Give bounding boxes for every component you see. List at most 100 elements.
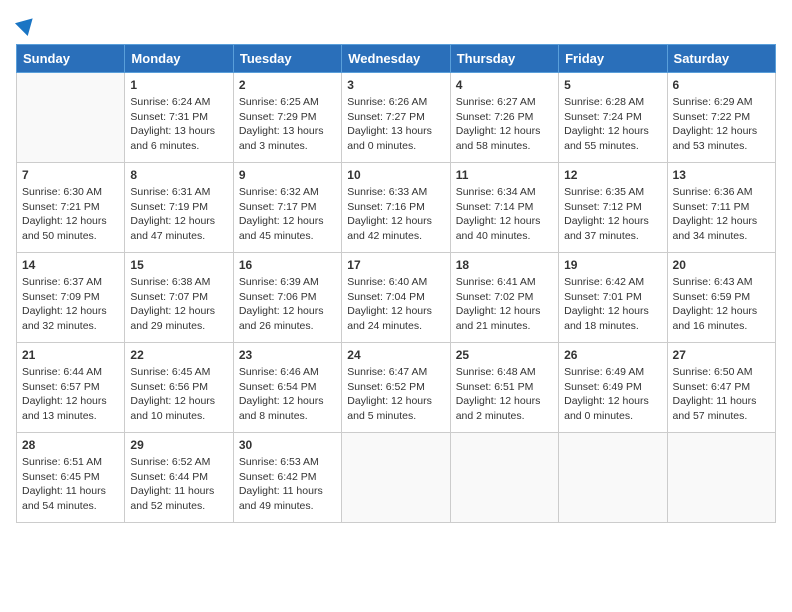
day-number: 7 [22,168,119,182]
day-info: Sunrise: 6:30 AMSunset: 7:21 PMDaylight:… [22,185,119,244]
day-info: Sunrise: 6:39 AMSunset: 7:06 PMDaylight:… [239,275,336,334]
week-row-5: 28 Sunrise: 6:51 AMSunset: 6:45 PMDayligh… [17,433,776,523]
weekday-header-tuesday: Tuesday [233,45,341,73]
day-cell: 25 Sunrise: 6:48 AMSunset: 6:51 PMDayligh… [450,343,558,433]
day-info: Sunrise: 6:53 AMSunset: 6:42 PMDaylight:… [239,455,336,514]
day-cell [667,433,775,523]
day-number: 14 [22,258,119,272]
day-cell: 9Sunrise: 6:32 AMSunset: 7:17 PMDaylight… [233,163,341,253]
day-number: 25 [456,348,553,362]
day-number: 22 [130,348,227,362]
weekday-header-monday: Monday [125,45,233,73]
day-cell: 16 Sunrise: 6:39 AMSunset: 7:06 PMDayligh… [233,253,341,343]
day-cell: 28 Sunrise: 6:51 AMSunset: 6:45 PMDayligh… [17,433,125,523]
day-number: 11 [456,168,553,182]
day-cell: 21 Sunrise: 6:44 AMSunset: 6:57 PMDayligh… [17,343,125,433]
day-info: Sunrise: 6:35 AMSunset: 7:12 PMDaylight:… [564,185,661,244]
day-number: 2 [239,78,336,92]
day-number: 28 [22,438,119,452]
day-info: Sunrise: 6:48 AMSunset: 6:51 PMDaylight:… [456,365,553,424]
weekday-header-sunday: Sunday [17,45,125,73]
day-info: Sunrise: 6:38 AMSunset: 7:07 PMDaylight:… [130,275,227,334]
day-cell: 13 Sunrise: 6:36 AMSunset: 7:11 PMDayligh… [667,163,775,253]
day-info: Sunrise: 6:25 AMSunset: 7:29 PMDaylight:… [239,95,336,154]
day-cell: 5 Sunrise: 6:28 AMSunset: 7:24 PMDaylight… [559,73,667,163]
day-cell: 4 Sunrise: 6:27 AMSunset: 7:26 PMDaylight… [450,73,558,163]
day-info: Sunrise: 6:34 AMSunset: 7:14 PMDaylight:… [456,185,553,244]
logo [16,16,36,32]
day-number: 18 [456,258,553,272]
day-number: 9 [239,168,336,182]
week-row-4: 21 Sunrise: 6:44 AMSunset: 6:57 PMDayligh… [17,343,776,433]
day-number: 8 [130,168,227,182]
day-cell: 29 Sunrise: 6:52 AMSunset: 6:44 PMDayligh… [125,433,233,523]
day-info: Sunrise: 6:36 AMSunset: 7:11 PMDaylight:… [673,185,770,244]
day-number: 29 [130,438,227,452]
day-number: 15 [130,258,227,272]
day-number: 1 [130,78,227,92]
calendar-table: SundayMondayTuesdayWednesdayThursdayFrid… [16,44,776,523]
day-cell [17,73,125,163]
day-cell: 8 Sunrise: 6:31 AMSunset: 7:19 PMDaylight… [125,163,233,253]
day-info: Sunrise: 6:40 AMSunset: 7:04 PMDaylight:… [347,275,444,334]
day-cell: 30 Sunrise: 6:53 AMSunset: 6:42 PMDayligh… [233,433,341,523]
day-cell: 17 Sunrise: 6:40 AMSunset: 7:04 PMDayligh… [342,253,450,343]
day-cell [342,433,450,523]
day-cell [450,433,558,523]
day-number: 21 [22,348,119,362]
day-info: Sunrise: 6:44 AMSunset: 6:57 PMDaylight:… [22,365,119,424]
week-row-1: 1 Sunrise: 6:24 AMSunset: 7:31 PMDaylight… [17,73,776,163]
day-cell: 18 Sunrise: 6:41 AMSunset: 7:02 PMDayligh… [450,253,558,343]
day-info: Sunrise: 6:41 AMSunset: 7:02 PMDaylight:… [456,275,553,334]
day-info: Sunrise: 6:28 AMSunset: 7:24 PMDaylight:… [564,95,661,154]
weekday-header-saturday: Saturday [667,45,775,73]
day-info: Sunrise: 6:51 AMSunset: 6:45 PMDaylight:… [22,455,119,514]
day-cell [559,433,667,523]
day-cell: 27Sunrise: 6:50 AMSunset: 6:47 PMDayligh… [667,343,775,433]
day-cell: 14Sunrise: 6:37 AMSunset: 7:09 PMDayligh… [17,253,125,343]
day-cell: 1 Sunrise: 6:24 AMSunset: 7:31 PMDaylight… [125,73,233,163]
day-number: 23 [239,348,336,362]
day-info: Sunrise: 6:46 AMSunset: 6:54 PMDaylight:… [239,365,336,424]
day-cell: 20Sunrise: 6:43 AMSunset: 6:59 PMDayligh… [667,253,775,343]
day-info: Sunrise: 6:52 AMSunset: 6:44 PMDaylight:… [130,455,227,514]
day-number: 17 [347,258,444,272]
day-number: 26 [564,348,661,362]
day-number: 24 [347,348,444,362]
day-cell: 6 Sunrise: 6:29 AMSunset: 7:22 PMDaylight… [667,73,775,163]
header [16,16,776,32]
day-info: Sunrise: 6:31 AMSunset: 7:19 PMDaylight:… [130,185,227,244]
day-info: Sunrise: 6:42 AMSunset: 7:01 PMDaylight:… [564,275,661,334]
day-info: Sunrise: 6:45 AMSunset: 6:56 PMDaylight:… [130,365,227,424]
day-cell: 23 Sunrise: 6:46 AMSunset: 6:54 PMDayligh… [233,343,341,433]
day-cell: 22 Sunrise: 6:45 AMSunset: 6:56 PMDayligh… [125,343,233,433]
week-row-3: 14Sunrise: 6:37 AMSunset: 7:09 PMDayligh… [17,253,776,343]
day-number: 16 [239,258,336,272]
day-number: 5 [564,78,661,92]
day-info: Sunrise: 6:49 AMSunset: 6:49 PMDaylight:… [564,365,661,424]
day-cell: 12Sunrise: 6:35 AMSunset: 7:12 PMDayligh… [559,163,667,253]
day-number: 20 [673,258,770,272]
day-cell: 26 Sunrise: 6:49 AMSunset: 6:49 PMDayligh… [559,343,667,433]
day-info: Sunrise: 6:29 AMSunset: 7:22 PMDaylight:… [673,95,770,154]
day-number: 13 [673,168,770,182]
weekday-header-row: SundayMondayTuesdayWednesdayThursdayFrid… [17,45,776,73]
day-info: Sunrise: 6:27 AMSunset: 7:26 PMDaylight:… [456,95,553,154]
day-cell: 15 Sunrise: 6:38 AMSunset: 7:07 PMDayligh… [125,253,233,343]
day-number: 6 [673,78,770,92]
day-number: 3 [347,78,444,92]
day-cell: 7 Sunrise: 6:30 AMSunset: 7:21 PMDaylight… [17,163,125,253]
day-info: Sunrise: 6:26 AMSunset: 7:27 PMDaylight:… [347,95,444,154]
day-info: Sunrise: 6:33 AMSunset: 7:16 PMDaylight:… [347,185,444,244]
day-number: 19 [564,258,661,272]
day-info: Sunrise: 6:24 AMSunset: 7:31 PMDaylight:… [130,95,227,154]
day-number: 30 [239,438,336,452]
day-cell: 19 Sunrise: 6:42 AMSunset: 7:01 PMDayligh… [559,253,667,343]
day-info: Sunrise: 6:47 AMSunset: 6:52 PMDaylight:… [347,365,444,424]
logo-arrow-icon [15,12,39,36]
day-info: Sunrise: 6:50 AMSunset: 6:47 PMDaylight:… [673,365,770,424]
day-cell: 3 Sunrise: 6:26 AMSunset: 7:27 PMDaylight… [342,73,450,163]
day-number: 4 [456,78,553,92]
weekday-header-wednesday: Wednesday [342,45,450,73]
week-row-2: 7 Sunrise: 6:30 AMSunset: 7:21 PMDaylight… [17,163,776,253]
